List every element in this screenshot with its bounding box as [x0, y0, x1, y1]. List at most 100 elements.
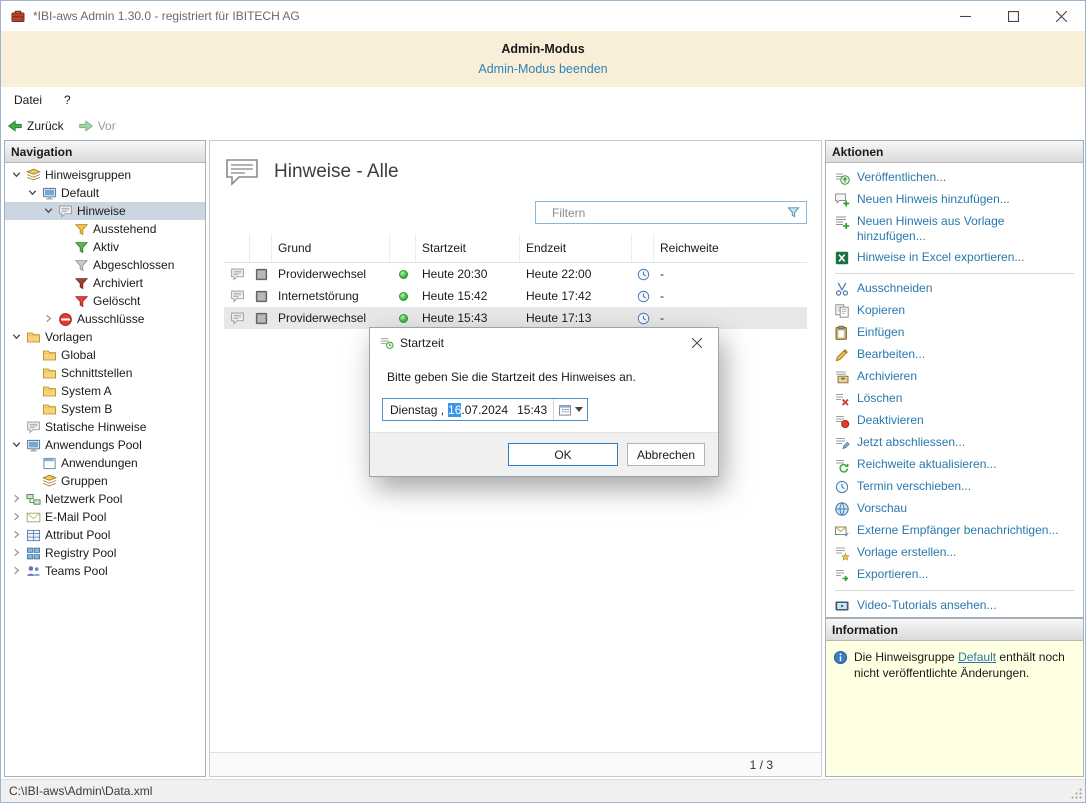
chevron-down-icon[interactable]	[43, 205, 58, 217]
tree-item-hinweisgruppen[interactable]: Hinweisgruppen	[5, 166, 205, 184]
action-archivieren[interactable]: Archivieren	[826, 366, 1083, 388]
tree-item-vorlagen[interactable]: Vorlagen	[5, 328, 205, 346]
action-bearbeiten[interactable]: Bearbeiten...	[826, 344, 1083, 366]
chevron-down-icon	[575, 407, 583, 413]
excel-icon	[834, 250, 850, 266]
minimize-button[interactable]	[941, 1, 989, 31]
chevron-spacer	[59, 259, 74, 271]
cancel-button[interactable]: Abbrechen	[627, 443, 705, 466]
chevron-right-icon[interactable]	[11, 529, 26, 541]
column-header-endzeit[interactable]: Endzeit	[520, 234, 632, 262]
action-vorschau[interactable]: Vorschau	[826, 498, 1083, 520]
cut-icon	[834, 281, 850, 297]
tree-item-gruppen[interactable]: Gruppen	[5, 472, 205, 490]
action-ausschneiden[interactable]: Ausschneiden	[826, 278, 1083, 300]
action-termin-verschieben[interactable]: Termin verschieben...	[826, 476, 1083, 498]
chevron-right-icon[interactable]	[11, 493, 26, 505]
action-loeschen[interactable]: Löschen	[826, 388, 1083, 410]
information-body: Die Hinweisgruppe Default enthält noch n…	[826, 641, 1083, 776]
column-header-empty	[632, 234, 654, 262]
column-header-grund[interactable]: Grund	[272, 234, 390, 262]
startzeit-datetime-input[interactable]: Dienstag ,16.07.202415:43	[382, 398, 588, 421]
filter-input[interactable]	[535, 201, 807, 224]
datetime-dropdown-button[interactable]	[553, 399, 587, 420]
tree-item-label: Gelöscht	[93, 294, 140, 308]
chevron-down-icon[interactable]	[11, 439, 26, 451]
action-externe-empfaenger-benachrichtigen[interactable]: Externe Empfänger benachrichtigen...	[826, 520, 1083, 542]
datetime-time: 15:43	[517, 403, 547, 417]
chevron-right-icon[interactable]	[11, 547, 26, 559]
tree-item-registry-pool[interactable]: Registry Pool	[5, 544, 205, 562]
tree-item-system-a[interactable]: System A	[5, 382, 205, 400]
chevron-right-icon[interactable]	[11, 511, 26, 523]
funnel-red-icon	[74, 294, 89, 309]
titlebar: *IBI-aws Admin 1.30.0 - registriert für …	[1, 1, 1085, 31]
filter-icon[interactable]	[786, 205, 801, 220]
tree-item-netzwerk-pool[interactable]: Netzwerk Pool	[5, 490, 205, 508]
forward-button[interactable]: Vor	[78, 118, 116, 134]
tree-item-geloescht[interactable]: Gelöscht	[5, 292, 205, 310]
tree-item-label: System B	[61, 402, 112, 416]
close-button[interactable]	[1037, 1, 1085, 31]
chevron-down-icon[interactable]	[11, 331, 26, 343]
chevron-right-icon[interactable]	[11, 565, 26, 577]
action-vorlage-erstellen[interactable]: Vorlage erstellen...	[826, 542, 1083, 564]
action-video-tutorials-ansehen[interactable]: Video-Tutorials ansehen...	[826, 595, 1083, 617]
chevron-spacer	[11, 421, 26, 433]
funnel-maroon-icon	[74, 276, 89, 291]
tree-item-abgeschlossen[interactable]: Abgeschlossen	[5, 256, 205, 274]
tree-item-ausstehend[interactable]: Ausstehend	[5, 220, 205, 238]
datetime-selected-day: 16	[448, 403, 461, 417]
chevron-down-icon[interactable]	[27, 187, 42, 199]
column-header-reichweite[interactable]: Reichweite	[654, 234, 807, 262]
tree-item-archiviert[interactable]: Archiviert	[5, 274, 205, 292]
tree-item-label: Ausstehend	[93, 222, 156, 236]
tree-item-e-mail-pool[interactable]: E-Mail Pool	[5, 508, 205, 526]
tree-item-schnittstellen[interactable]: Schnittstellen	[5, 364, 205, 382]
tree-item-aktiv[interactable]: Aktiv	[5, 238, 205, 256]
action-reichweite-aktualisieren[interactable]: Reichweite aktualisieren...	[826, 454, 1083, 476]
tree-item-attribut-pool[interactable]: Attribut Pool	[5, 526, 205, 544]
action-neuen-hinweis-aus-vorlage-hinzufuegen[interactable]: Neuen Hinweis aus Vorlage hinzufügen...	[826, 211, 1083, 247]
table-row[interactable]: InternetstörungHeute 15:42Heute 17:42-	[224, 285, 807, 307]
action-hinweise-in-excel-exportieren[interactable]: Hinweise in Excel exportieren...	[826, 247, 1083, 269]
tree-item-anwendungs-pool[interactable]: Anwendungs Pool	[5, 436, 205, 454]
tree-item-hinweise[interactable]: Hinweise	[5, 202, 205, 220]
action-jetzt-abschliessen[interactable]: Jetzt abschliessen...	[826, 432, 1083, 454]
admin-mode-exit-link[interactable]: Admin-Modus beenden	[478, 62, 607, 76]
maximize-button[interactable]	[989, 1, 1037, 31]
chevron-right-icon[interactable]	[43, 313, 58, 325]
tree-item-anwendungen[interactable]: Anwendungen	[5, 454, 205, 472]
action-kopieren[interactable]: Kopieren	[826, 300, 1083, 322]
table-row[interactable]: ProviderwechselHeute 15:43Heute 17:13-	[224, 307, 807, 329]
cell-status	[390, 314, 416, 323]
resize-grip-icon[interactable]	[1070, 787, 1083, 800]
dialog-close-button[interactable]	[676, 328, 718, 357]
tree-item-statische-hinweise[interactable]: Statische Hinweise	[5, 418, 205, 436]
table-row[interactable]: ProviderwechselHeute 20:30Heute 22:00-	[224, 263, 807, 285]
action-exportieren[interactable]: Exportieren...	[826, 564, 1083, 586]
chevron-down-icon[interactable]	[11, 169, 26, 181]
ok-button[interactable]: OK	[508, 443, 618, 466]
clock-icon	[834, 479, 850, 495]
action-veroeffentlichen[interactable]: Veröffentlichen...	[826, 167, 1083, 189]
action-einfuegen[interactable]: Einfügen	[826, 322, 1083, 344]
network-icon	[26, 492, 41, 507]
attrib-icon	[26, 528, 41, 543]
action-neuen-hinweis-hinzufuegen[interactable]: Neuen Hinweis hinzufügen...	[826, 189, 1083, 211]
tree-item-global[interactable]: Global	[5, 346, 205, 364]
tree-item-ausschluesse[interactable]: Ausschlüsse	[5, 310, 205, 328]
info-default-link[interactable]: Default	[958, 650, 996, 664]
tree-item-default[interactable]: Default	[5, 184, 205, 202]
tree-item-teams-pool[interactable]: Teams Pool	[5, 562, 205, 580]
action-deaktivieren[interactable]: Deaktivieren	[826, 410, 1083, 432]
column-header-empty	[390, 234, 416, 262]
menu-datei[interactable]: Datei	[14, 93, 42, 107]
tile-icon	[254, 311, 269, 326]
menu-help[interactable]: ?	[64, 93, 71, 107]
dialog-icon	[379, 335, 394, 350]
tree-item-label: Vorlagen	[45, 330, 92, 344]
back-button[interactable]: Zurück	[7, 118, 64, 134]
column-header-startzeit[interactable]: Startzeit	[416, 234, 520, 262]
tree-item-system-b[interactable]: System B	[5, 400, 205, 418]
